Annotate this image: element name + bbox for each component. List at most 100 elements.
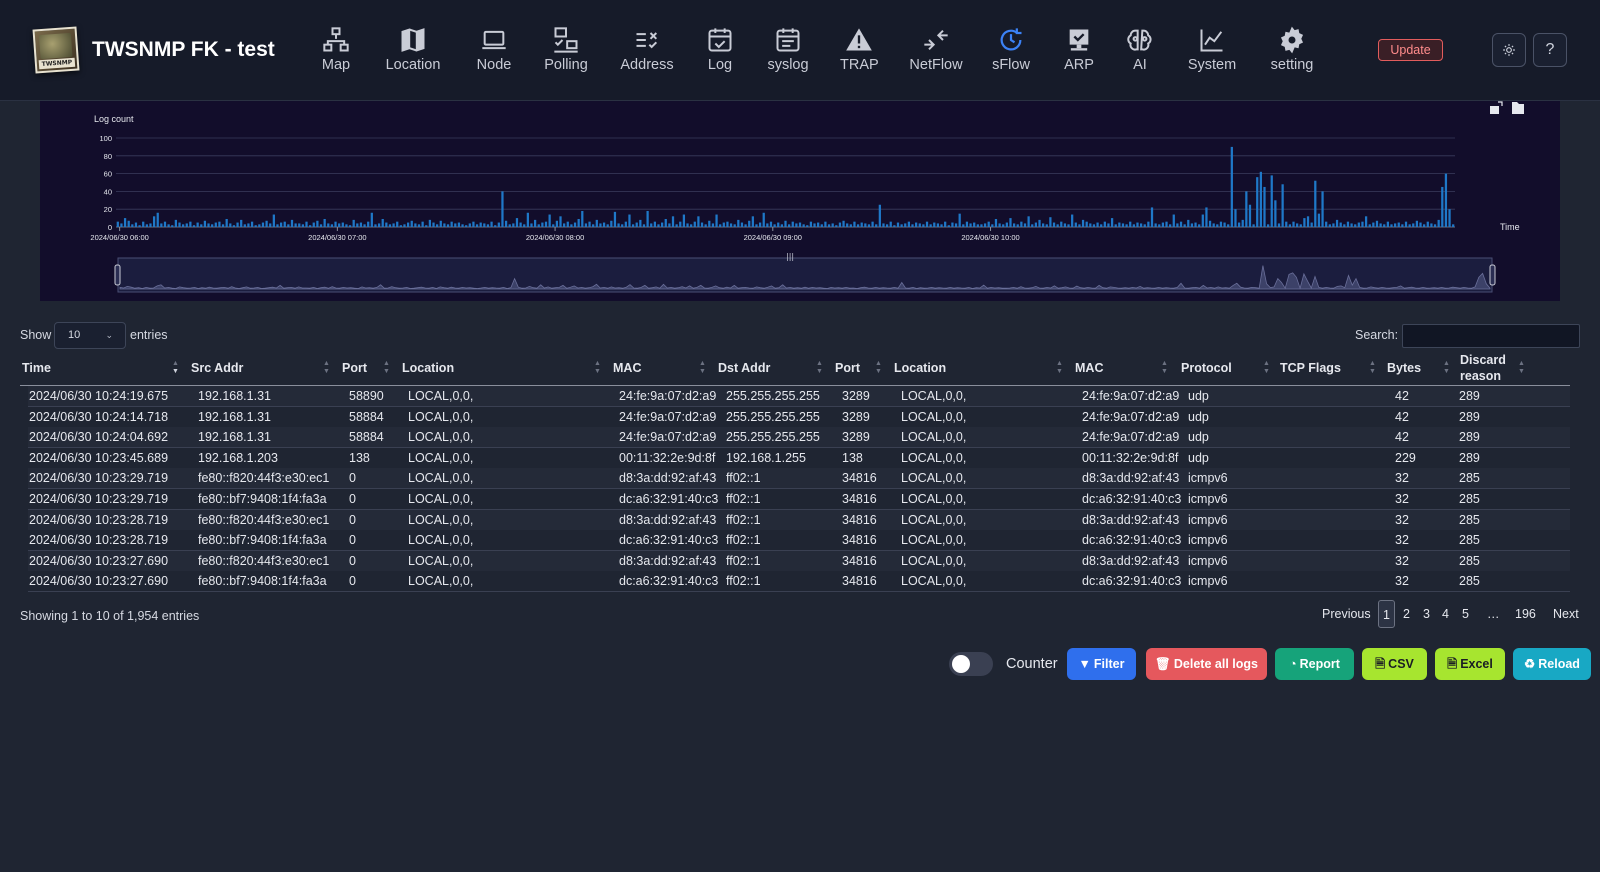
chart-bar[interactable] (1089, 223, 1092, 227)
chart-bar[interactable] (508, 224, 511, 227)
table-row[interactable]: 2024/06/30 10:23:45.689 192.168.1.203 138 L… (28, 447, 1570, 469)
search-input[interactable] (1402, 324, 1580, 348)
chart-bar[interactable] (994, 218, 998, 227)
chart-bar[interactable] (1281, 184, 1284, 227)
update-button[interactable]: Update (1378, 39, 1443, 61)
table-row[interactable]: 2024/06/30 10:23:29.719 fe80::bf7:9408:1f… (28, 489, 1570, 510)
nav-sflow[interactable]: sFlow (992, 26, 1030, 76)
chart-bar[interactable] (842, 220, 845, 227)
chart-bar[interactable] (900, 224, 903, 227)
chart-bar[interactable] (1314, 180, 1317, 227)
chart-bar[interactable] (889, 221, 892, 227)
chart-bar[interactable] (1009, 218, 1012, 227)
chart-bar[interactable] (450, 221, 453, 227)
chart-bar[interactable] (1121, 223, 1125, 227)
chart-bar[interactable] (468, 223, 471, 227)
chart-bar[interactable] (599, 223, 602, 227)
chart-bar[interactable] (795, 223, 798, 227)
sort-icon[interactable]: ▲ ▼ (323, 350, 331, 386)
slider-handle-left[interactable] (114, 264, 121, 286)
pagination-page[interactable]: 1 (1378, 600, 1395, 628)
chart-bar[interactable] (882, 223, 885, 227)
chart-bar[interactable] (138, 225, 141, 227)
slider-handle-right[interactable] (1489, 264, 1496, 286)
chart-bar[interactable] (236, 222, 239, 227)
chart-bar[interactable] (980, 224, 983, 227)
chart-bar[interactable] (182, 224, 185, 227)
chart-bar[interactable] (642, 224, 646, 227)
chart-bar[interactable] (976, 224, 979, 227)
table-row[interactable]: 2024/06/30 10:24:19.675 192.168.1.31 58890… (28, 386, 1570, 407)
chart-bar[interactable] (1139, 223, 1143, 227)
chart-bar[interactable] (813, 223, 816, 227)
chart-bar[interactable] (472, 221, 475, 227)
chart-bar[interactable] (254, 225, 257, 227)
column-header[interactable]: Src Addr (191, 350, 336, 386)
chart-bar[interactable] (748, 220, 751, 227)
chart-bar[interactable] (944, 221, 947, 227)
chart-bar[interactable] (414, 223, 417, 227)
chart-bar[interactable] (584, 223, 588, 227)
pagination-page[interactable]: 196 (1515, 600, 1536, 628)
table-row[interactable]: 2024/06/30 10:23:28.719 fe80::bf7:9408:1f… (28, 530, 1570, 552)
chart-bar[interactable] (512, 223, 515, 227)
chart-bar[interactable] (145, 224, 148, 227)
chart-bar[interactable] (817, 222, 820, 227)
page-length-select[interactable]: 10 ⌄ (54, 322, 126, 349)
chart-bar[interactable] (1031, 224, 1034, 227)
chart-bar[interactable] (904, 223, 907, 227)
chart-bar[interactable] (751, 216, 754, 227)
chart-bar[interactable] (443, 223, 446, 227)
chart-bar[interactable] (359, 222, 363, 227)
chart-bar[interactable] (323, 218, 326, 227)
chart-bar[interactable] (367, 221, 370, 227)
chart-bar[interactable] (352, 219, 355, 227)
chart-bar[interactable] (788, 224, 791, 227)
column-header[interactable]: TCP Flags (1280, 350, 1380, 386)
chart-bar[interactable] (911, 224, 914, 227)
sort-icon[interactable]: ▲ ▼ (1161, 350, 1169, 386)
chart-bar[interactable] (1114, 224, 1117, 227)
chart-bar[interactable] (1038, 219, 1041, 227)
chart-bar[interactable] (1401, 224, 1404, 227)
chart-bar[interactable] (893, 225, 896, 227)
chart-bar[interactable] (940, 224, 943, 227)
chart-bar[interactable] (1049, 217, 1052, 227)
chart-bar[interactable] (650, 223, 653, 227)
chart-bar[interactable] (671, 216, 675, 227)
chart-bar[interactable] (1397, 222, 1400, 227)
chart-bar[interactable] (127, 220, 130, 227)
chart-bar[interactable] (896, 222, 900, 227)
chart-bar[interactable] (541, 222, 544, 227)
chart-bar[interactable] (1270, 175, 1273, 227)
chart-bar[interactable] (639, 219, 642, 227)
chart-bar[interactable] (272, 214, 275, 227)
chart-bar[interactable] (722, 222, 725, 227)
chart-bar[interactable] (1423, 224, 1426, 227)
chart-bar[interactable] (421, 221, 424, 227)
sort-icon[interactable]: ▲ ▼ (1369, 350, 1377, 386)
chart-bar[interactable] (1034, 222, 1038, 227)
chart-bar[interactable] (831, 223, 834, 227)
chart-bar[interactable] (523, 224, 526, 227)
chart-bar[interactable] (617, 223, 620, 227)
chart-bar[interactable] (341, 222, 344, 227)
chart-bar[interactable] (1143, 224, 1146, 227)
chart-bar[interactable] (570, 224, 573, 227)
table-row[interactable]: 2024/06/30 10:23:28.719 fe80::f820:44f3:e… (28, 509, 1570, 531)
nav-polling[interactable]: Polling (541, 26, 591, 76)
chart-bar[interactable] (171, 225, 174, 227)
chart-bar[interactable] (1092, 224, 1096, 227)
column-header[interactable]: Time (22, 350, 182, 386)
chart-bar[interactable] (526, 212, 529, 227)
chart-bar[interactable] (399, 225, 402, 227)
table-row[interactable]: 2024/06/30 10:23:27.690 fe80::bf7:9408:1f… (28, 571, 1570, 593)
chart-bar[interactable] (1379, 223, 1382, 227)
chart-bar[interactable] (486, 224, 490, 227)
pagination-previous[interactable]: Previous (1322, 600, 1371, 628)
chart-bar[interactable] (958, 213, 961, 227)
chart-bar[interactable] (1205, 207, 1208, 227)
chart-bar[interactable] (1332, 223, 1335, 227)
chart-bar[interactable] (1190, 223, 1194, 227)
chart-bar[interactable] (1096, 222, 1099, 227)
